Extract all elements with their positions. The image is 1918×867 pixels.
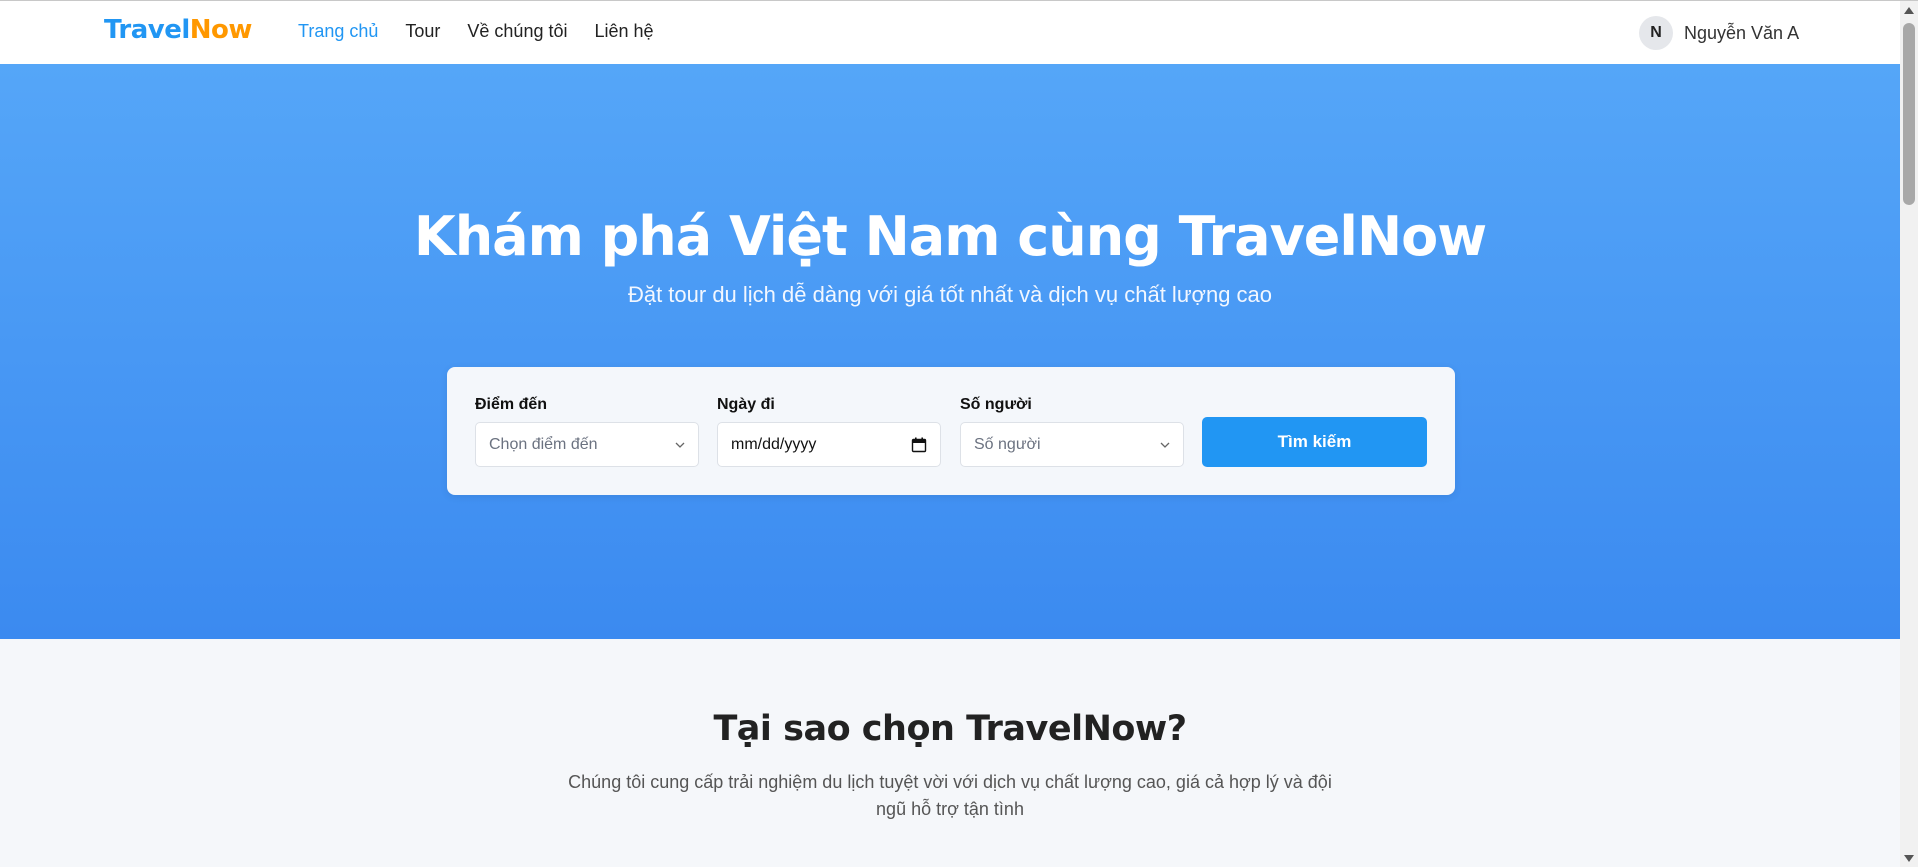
why-description: Chúng tôi cung cấp trải nghiệm du lịch t… bbox=[568, 772, 1332, 819]
calendar-icon[interactable] bbox=[911, 437, 927, 453]
navbar: TravelNow Trang chủ Tour Về chúng tôi Li… bbox=[0, 1, 1900, 64]
search-form: Điểm đến Chọn điểm đến Ngày đi mm/dd/yyy… bbox=[447, 367, 1455, 495]
destination-label: Điểm đến bbox=[475, 396, 548, 413]
scrollbar-thumb[interactable] bbox=[1903, 23, 1915, 205]
nav-link-about[interactable]: Về chúng tôi bbox=[467, 21, 567, 42]
brand-logo-part-now: Now bbox=[189, 15, 253, 45]
date-label: Ngày đi bbox=[717, 396, 775, 413]
nav-link-tour[interactable]: Tour bbox=[405, 21, 440, 42]
nav-link-home[interactable]: Trang chủ bbox=[298, 21, 378, 42]
scroll-down-arrow-icon[interactable] bbox=[1904, 855, 1914, 862]
page-scrollbar[interactable] bbox=[1900, 1, 1918, 867]
nav-link-contact[interactable]: Liên hệ bbox=[594, 21, 653, 42]
date-input-value: mm/dd/yyyy bbox=[731, 435, 817, 453]
people-placeholder: Số người bbox=[974, 435, 1041, 453]
avatar[interactable]: N bbox=[1639, 16, 1673, 50]
why-title: Tại sao chọn TravelNow? bbox=[713, 709, 1187, 749]
user-menu[interactable]: N Nguyễn Văn A bbox=[1639, 16, 1799, 50]
people-label: Số người bbox=[960, 396, 1032, 413]
date-input[interactable]: mm/dd/yyyy bbox=[717, 422, 941, 467]
scroll-up-arrow-icon[interactable] bbox=[1904, 7, 1914, 14]
why-section: Tại sao chọn TravelNow? Chúng tôi cung c… bbox=[0, 639, 1900, 867]
destination-select[interactable]: Chọn điểm đến bbox=[475, 422, 699, 467]
people-select[interactable]: Số người bbox=[960, 422, 1184, 467]
search-button[interactable]: Tìm kiếm bbox=[1202, 417, 1427, 467]
hero-subtitle: Đặt tour du lịch dễ dàng với giá tốt nhấ… bbox=[627, 282, 1273, 307]
destination-placeholder: Chọn điểm đến bbox=[489, 435, 598, 453]
brand-logo[interactable]: TravelNow bbox=[104, 15, 252, 45]
main-nav: Trang chủ Tour Về chúng tôi Liên hệ bbox=[298, 21, 681, 42]
hero-section: Khám phá Việt Nam cùng TravelNow Đặt tou… bbox=[0, 64, 1900, 639]
brand-logo-part-travel: Travel bbox=[104, 15, 190, 45]
chevron-down-icon bbox=[675, 442, 685, 448]
page: TravelNow Trang chủ Tour Về chúng tôi Li… bbox=[0, 0, 1918, 867]
user-name[interactable]: Nguyễn Văn A bbox=[1684, 23, 1799, 44]
chevron-down-icon bbox=[1160, 442, 1170, 448]
hero-title: Khám phá Việt Nam cùng TravelNow bbox=[413, 205, 1487, 268]
